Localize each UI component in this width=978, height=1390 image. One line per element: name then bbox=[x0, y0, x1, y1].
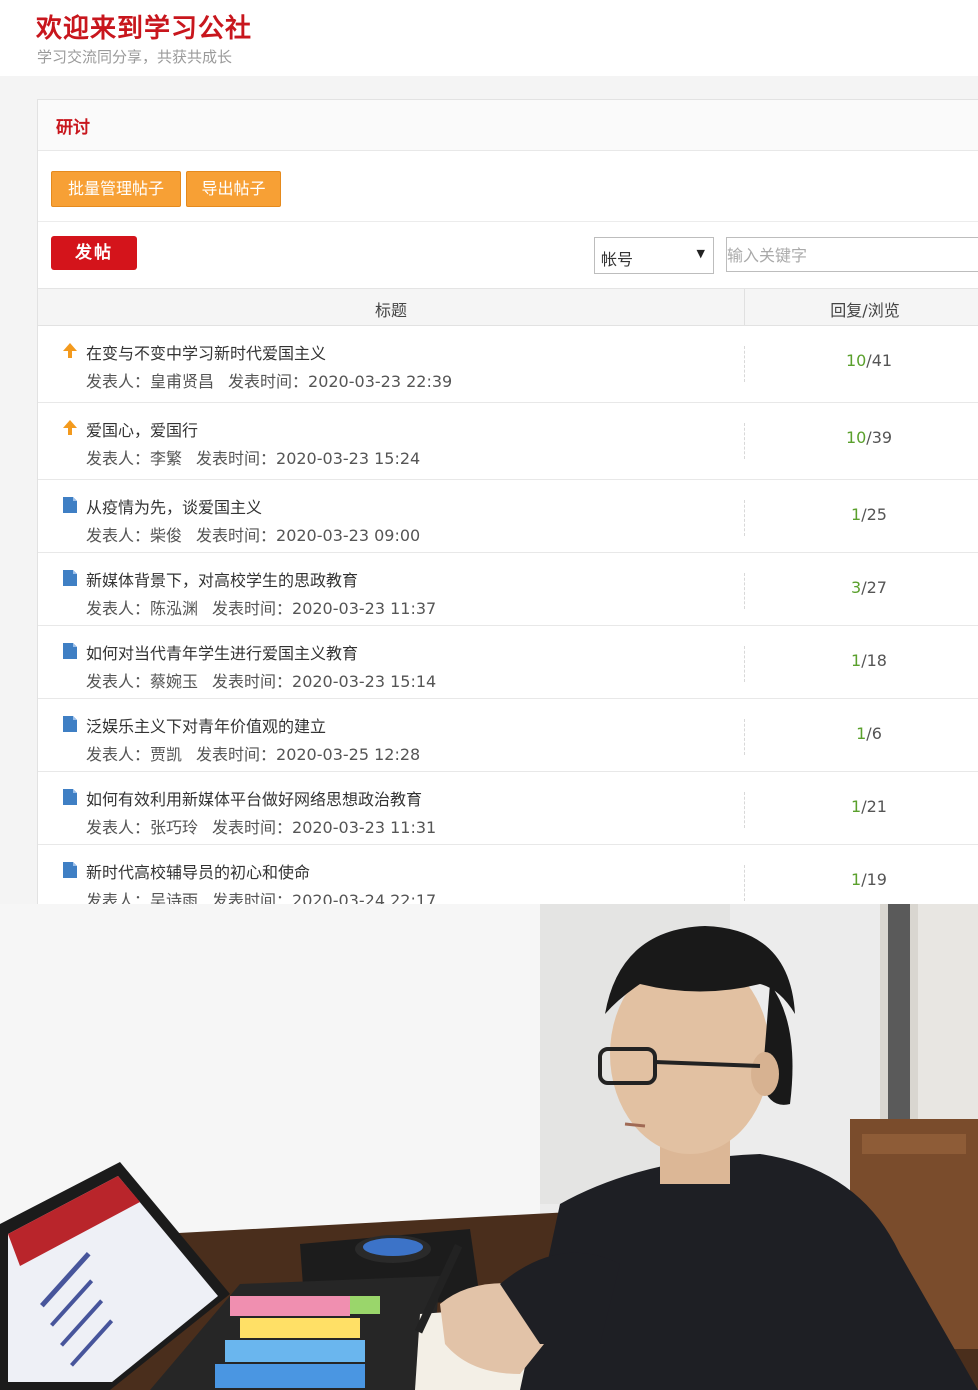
search-box[interactable] bbox=[726, 237, 978, 273]
search-input[interactable] bbox=[727, 238, 978, 273]
view-count: /25 bbox=[861, 505, 887, 524]
reply-count: 1 bbox=[851, 797, 862, 816]
view-count: /27 bbox=[861, 578, 887, 597]
table-row[interactable]: 如何有效利用新媒体平台做好网络思想政治教育 发表人：张巧玲 发表时间：2020-03… bbox=[38, 772, 978, 845]
reply-view-count: 1/19 bbox=[745, 870, 978, 889]
post-search-toolbar: 发帖 帐号 ▼ bbox=[38, 222, 978, 289]
post-time: 发表时间：2020-03-23 09:00 bbox=[196, 526, 421, 545]
photo-man-at-laptop bbox=[0, 904, 978, 1390]
batch-manage-button[interactable]: 批量管理帖子 bbox=[51, 171, 181, 207]
document-icon bbox=[62, 642, 78, 660]
post-title-link[interactable]: 泛娱乐主义下对青年价值观的建立 bbox=[86, 713, 326, 737]
post-time: 发表时间：2020-03-23 11:31 bbox=[212, 818, 437, 837]
post-title-link[interactable]: 如何有效利用新媒体平台做好网络思想政治教育 bbox=[86, 786, 422, 810]
table-row[interactable]: 新媒体背景下，对高校学生的思政教育发表人：陈泓渊 发表时间：2020-03-23 … bbox=[38, 553, 978, 626]
document-icon bbox=[62, 715, 78, 733]
document-icon bbox=[62, 861, 78, 879]
view-count: /39 bbox=[866, 428, 893, 447]
post-title-link[interactable]: 从疫情为先，谈爱国主义 bbox=[86, 494, 262, 518]
reply-count: 10 bbox=[845, 428, 867, 447]
discussion-panel: 研讨 批量管理帖子 导出帖子 发帖 帐号 ▼ 标题 回复/浏览 在变与不变中学习… bbox=[37, 99, 978, 906]
panel-header: 研讨 bbox=[38, 100, 978, 151]
post-title-link[interactable]: 爱国心，爱国行 bbox=[86, 417, 198, 441]
post-list: 在变与不变中学习新时代爱国主义发表人：皇甫贤昌 发表时间：2020-03-23 2… bbox=[38, 326, 978, 905]
table-row[interactable]: 在变与不变中学习新时代爱国主义发表人：皇甫贤昌 发表时间：2020-03-23 2… bbox=[38, 326, 978, 403]
view-count: /18 bbox=[861, 651, 887, 670]
table-row[interactable]: 如何对当代青年学生进行爱国主义教育发表人：蔡婉玉 发表时间：2020-03-23 … bbox=[38, 626, 978, 699]
reply-count: 1 bbox=[851, 505, 862, 524]
view-count: /6 bbox=[866, 724, 882, 743]
post-time: 发表时间：2020-03-25 12:28 bbox=[196, 745, 421, 764]
export-posts-button[interactable]: 导出帖子 bbox=[186, 171, 281, 207]
document-icon bbox=[62, 569, 78, 587]
new-post-button[interactable]: 发帖 bbox=[51, 236, 137, 270]
post-time: 发表时间：2020-03-23 15:24 bbox=[196, 449, 421, 468]
post-time: 发表时间：2020-03-23 15:14 bbox=[212, 672, 437, 691]
reply-count: 1 bbox=[851, 651, 862, 670]
table-row[interactable]: 泛娱乐主义下对青年价值观的建立发表人：贾凯 发表时间：2020-03-25 12:… bbox=[38, 699, 978, 772]
manage-toolbar: 批量管理帖子 导出帖子 bbox=[38, 151, 978, 222]
post-author: 发表人：李繁 bbox=[86, 449, 183, 468]
post-meta: 发表人：蔡婉玉 发表时间：2020-03-23 15:14 bbox=[86, 668, 436, 692]
post-title-link[interactable]: 在变与不变中学习新时代爱国主义 bbox=[86, 340, 326, 364]
table-header: 标题 回复/浏览 bbox=[38, 289, 978, 326]
search-field-value: 帐号 bbox=[601, 250, 634, 269]
post-meta: 发表人：张巧玲 发表时间：2020-03-23 11:31 bbox=[86, 814, 436, 838]
post-meta: 发表人：李繁 发表时间：2020-03-23 15:24 bbox=[86, 445, 420, 469]
reply-count: 3 bbox=[851, 578, 862, 597]
up-arrow-icon bbox=[62, 419, 78, 437]
post-title-link[interactable]: 新媒体背景下，对高校学生的思政教育 bbox=[86, 567, 358, 591]
view-count: /41 bbox=[866, 351, 893, 370]
reply-view-count: 1/6 bbox=[745, 724, 978, 743]
post-time: 发表时间：2020-03-23 22:39 bbox=[228, 372, 453, 391]
up-arrow-icon bbox=[62, 342, 78, 360]
post-meta: 发表人：皇甫贤昌 发表时间：2020-03-23 22:39 bbox=[86, 368, 452, 392]
post-title-link[interactable]: 如何对当代青年学生进行爱国主义教育 bbox=[86, 640, 358, 664]
post-author: 发表人：皇甫贤昌 bbox=[86, 372, 215, 391]
section-title: 研讨 bbox=[56, 117, 90, 138]
post-meta: 发表人：柴俊 发表时间：2020-03-23 09:00 bbox=[86, 522, 420, 546]
post-meta: 发表人：陈泓渊 发表时间：2020-03-23 11:37 bbox=[86, 595, 436, 619]
post-title-link[interactable]: 新时代高校辅导员的初心和使命 bbox=[86, 859, 310, 883]
post-time: 发表时间：2020-03-23 11:37 bbox=[212, 599, 437, 618]
reply-view-count: 1/21 bbox=[745, 797, 978, 816]
post-author: 发表人：张巧玲 bbox=[86, 818, 199, 837]
reply-count: 10 bbox=[845, 351, 867, 370]
reply-view-count: 1/25 bbox=[745, 505, 978, 524]
table-row[interactable]: 从疫情为先，谈爱国主义发表人：柴俊 发表时间：2020-03-23 09:00 1/… bbox=[38, 480, 978, 553]
table-row[interactable]: 新时代高校辅导员的初心和使命 发表人：吴诗雨 发表时间：2020-03-24 22:… bbox=[38, 845, 978, 905]
post-author: 发表人：柴俊 bbox=[86, 526, 183, 545]
column-title-header: 标题 bbox=[374, 301, 407, 320]
reply-view-count: 3/27 bbox=[745, 578, 978, 597]
chevron-down-icon: ▼ bbox=[696, 247, 705, 260]
document-icon bbox=[62, 788, 78, 806]
site-header: 欢迎来到学习公社 学习交流同分享，共获共成长 bbox=[0, 0, 978, 76]
view-count: /19 bbox=[861, 870, 887, 889]
column-count-header: 回复/浏览 bbox=[830, 301, 900, 320]
site-title: 欢迎来到学习公社 bbox=[36, 14, 253, 44]
post-author: 发表人：贾凯 bbox=[86, 745, 183, 764]
reply-view-count: 1/18 bbox=[745, 651, 978, 670]
reply-view-count: 10/41 bbox=[745, 351, 978, 370]
table-row[interactable]: 爱国心，爱国行发表人：李繁 发表时间：2020-03-23 15:24 10/39 bbox=[38, 403, 978, 480]
post-meta: 发表人：贾凯 发表时间：2020-03-25 12:28 bbox=[86, 741, 420, 765]
document-icon bbox=[62, 496, 78, 514]
site-subtitle: 学习交流同分享，共获共成长 bbox=[37, 48, 233, 66]
post-author: 发表人：蔡婉玉 bbox=[86, 672, 199, 691]
reply-count: 1 bbox=[856, 724, 867, 743]
post-author: 发表人：陈泓渊 bbox=[86, 599, 199, 618]
search-field-select[interactable]: 帐号 ▼ bbox=[594, 237, 714, 274]
reply-view-count: 10/39 bbox=[745, 428, 978, 447]
view-count: /21 bbox=[861, 797, 887, 816]
reply-count: 1 bbox=[851, 870, 862, 889]
